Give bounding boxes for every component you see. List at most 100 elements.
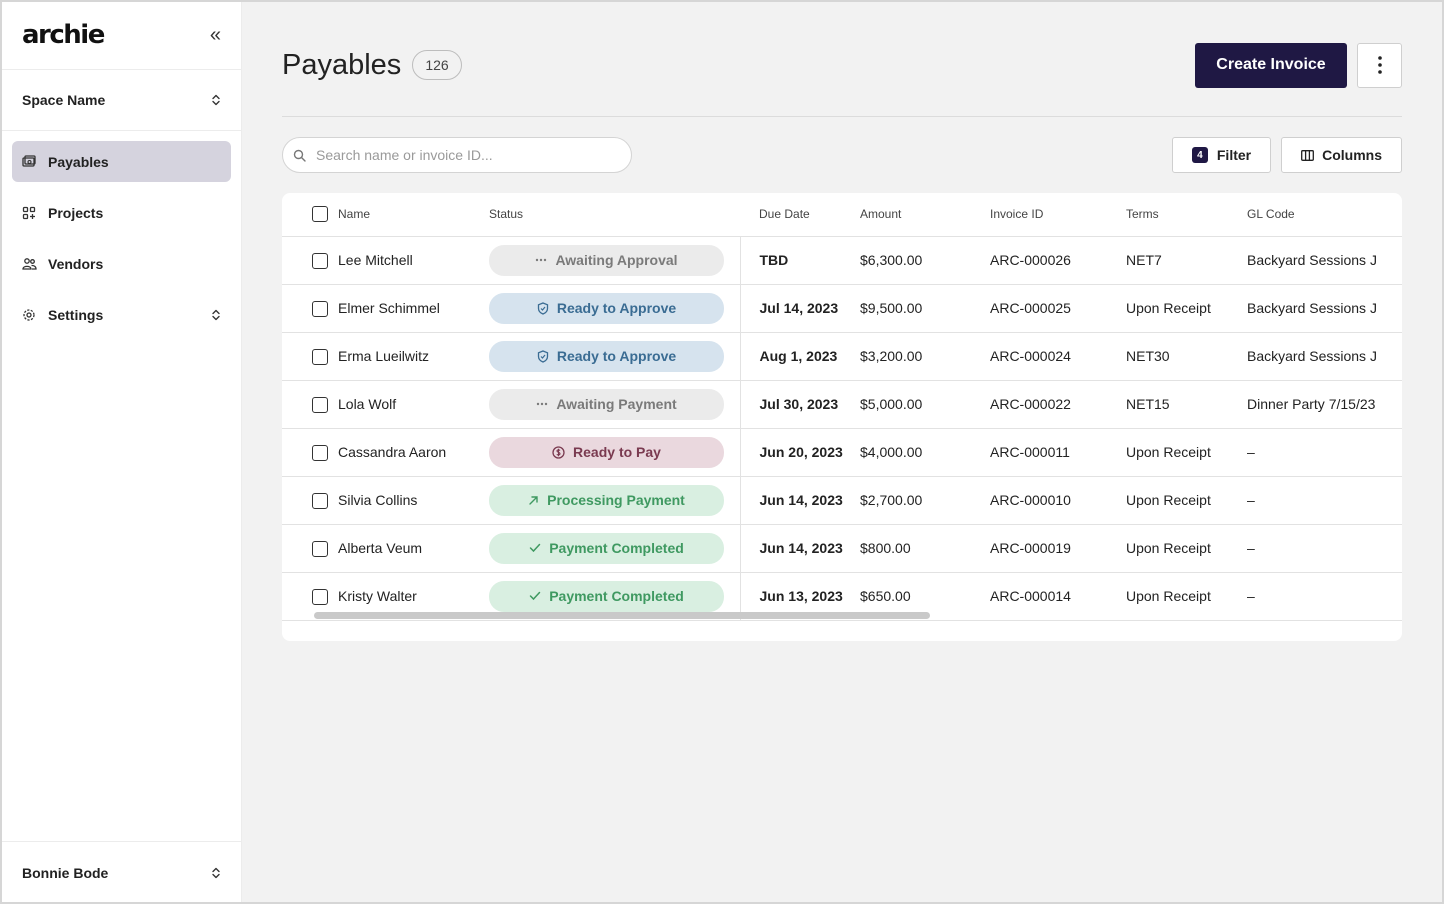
projects-icon (22, 206, 48, 220)
cell-amount: $4,000.00 (860, 428, 990, 477)
row-checkbox[interactable] (312, 444, 328, 461)
main-content: Payables 126 Create Invoice 4 Filter Col… (242, 0, 1444, 904)
sidebar-item-label: Payables (48, 153, 109, 170)
row-select-cell (282, 428, 338, 477)
shield-icon (537, 349, 549, 363)
chevron-up-down-icon (211, 94, 221, 106)
dollar-circle-icon (552, 445, 565, 459)
cell-gl-code: – (1247, 428, 1402, 477)
cell-due-date: Jul 14, 2023 (740, 284, 860, 333)
row-checkbox[interactable] (312, 492, 328, 509)
ellipsis-icon (536, 402, 548, 406)
collapse-sidebar-icon[interactable]: « (210, 25, 221, 45)
table-row[interactable]: Erma Lueilwitz Ready to Approve Aug 1, 202… (282, 332, 1402, 381)
row-checkbox[interactable] (312, 252, 328, 269)
cell-status: Ready to Approve (489, 332, 741, 381)
select-all-cell (282, 193, 338, 237)
status-badge: Payment Completed (489, 580, 724, 612)
column-header-name[interactable]: Name (338, 193, 489, 237)
cell-status: Ready to Pay (489, 428, 741, 477)
cell-status: Processing Payment (489, 476, 741, 525)
space-switcher[interactable]: Space Name (0, 70, 241, 131)
status-badge: Ready to Approve (489, 292, 724, 324)
status-badge: Ready to Pay (489, 436, 724, 468)
ellipsis-icon (535, 258, 547, 262)
table-header-row: Name Status Due Date Amount Invoice ID T… (282, 193, 1402, 237)
space-name: Space Name (22, 92, 106, 108)
user-switcher[interactable]: Bonnie Bode (0, 841, 241, 904)
table-row[interactable]: Lola Wolf Awaiting Payment Jul 30, 2023 $5,… (282, 380, 1402, 429)
sidebar-item-label: Settings (48, 306, 104, 323)
status-badge: Processing Payment (489, 484, 724, 516)
row-select-cell (282, 284, 338, 333)
cell-due-date: Jun 20, 2023 (740, 428, 860, 477)
sidebar-item-payables[interactable]: Payables (12, 141, 231, 182)
logo-row: archie « (0, 0, 241, 70)
cell-terms: NET7 (1126, 236, 1247, 285)
row-checkbox[interactable] (312, 396, 328, 413)
row-checkbox[interactable] (312, 540, 328, 557)
cell-terms: NET15 (1126, 380, 1247, 429)
table-row[interactable]: Lee Mitchell Awaiting Approval TBD $6,300.0… (282, 236, 1402, 285)
table-row[interactable]: Silvia Collins Processing Payment Jun 14, … (282, 476, 1402, 525)
status-label: Ready to Approve (556, 348, 677, 364)
table-bottom-border (282, 620, 1402, 621)
cell-status: Ready to Approve (489, 284, 741, 333)
sidebar-item-projects[interactable]: Projects (12, 192, 231, 233)
cell-gl-code: – (1247, 572, 1402, 621)
horizontal-scrollbar[interactable] (314, 612, 930, 619)
cell-status: Payment Completed (489, 524, 741, 573)
row-checkbox[interactable] (312, 588, 328, 605)
select-all-checkbox[interactable] (312, 206, 328, 223)
cell-terms: Upon Receipt (1126, 524, 1247, 573)
row-checkbox[interactable] (312, 348, 328, 365)
row-checkbox[interactable] (312, 300, 328, 317)
user-name: Bonnie Bode (22, 865, 109, 881)
cell-amount: $6,300.00 (860, 236, 990, 285)
cell-due-date: Jun 14, 2023 (740, 476, 860, 525)
status-label: Ready to Approve (556, 300, 677, 316)
column-header-due-date[interactable]: Due Date (740, 193, 860, 237)
filter-button[interactable]: 4 Filter (1171, 137, 1272, 173)
status-label: Payment Completed (549, 540, 684, 556)
status-badge: Ready to Approve (489, 340, 724, 372)
sidebar-item-vendors[interactable]: Vendors (12, 243, 231, 284)
more-options-button[interactable] (1357, 42, 1402, 88)
create-invoice-button[interactable]: Create Invoice (1195, 42, 1347, 88)
status-label: Awaiting Approval (555, 252, 678, 268)
search-icon (293, 149, 306, 162)
column-header-invoice-id[interactable]: Invoice ID (990, 193, 1126, 237)
cell-gl-code: Dinner Party 7/15/23 (1247, 380, 1402, 429)
table-row[interactable]: Elmer Schimmel Ready to Approve Jul 14, 20… (282, 284, 1402, 333)
cell-invoice-id: ARC-000022 (990, 380, 1126, 429)
row-select-cell (282, 524, 338, 573)
cell-gl-code: Backyard Sessions J (1247, 236, 1402, 285)
cell-gl-code: Backyard Sessions J (1247, 332, 1402, 381)
cell-amount: $2,700.00 (860, 476, 990, 525)
cell-gl-code: – (1247, 524, 1402, 573)
cell-invoice-id: ARC-000014 (990, 572, 1126, 621)
cell-amount: $800.00 (860, 524, 990, 573)
sidebar-item-settings[interactable]: Settings (12, 294, 231, 335)
table-row[interactable]: Cassandra Aaron Ready to Pay Jun 20, 2023 $… (282, 428, 1402, 477)
filter-count-badge: 4 (1191, 147, 1208, 163)
check-icon (529, 543, 541, 553)
column-header-amount[interactable]: Amount (860, 193, 990, 237)
column-header-terms[interactable]: Terms (1126, 193, 1247, 237)
row-select-cell (282, 332, 338, 381)
cell-terms: NET30 (1126, 332, 1247, 381)
cell-amount: $9,500.00 (860, 284, 990, 333)
cell-gl-code: Backyard Sessions J (1247, 284, 1402, 333)
search-input[interactable] (316, 147, 606, 163)
columns-button[interactable]: Columns (1281, 137, 1402, 173)
column-header-gl-code[interactable]: GL Code (1247, 193, 1402, 237)
status-label: Processing Payment (547, 492, 685, 508)
column-header-status[interactable]: Status (489, 193, 740, 237)
row-select-cell (282, 236, 338, 285)
table-row[interactable]: Alberta Veum Payment Completed Jun 14, 202… (282, 524, 1402, 573)
kebab-menu-icon (1377, 56, 1382, 74)
cell-due-date: TBD (740, 236, 860, 285)
vendors-icon (22, 257, 48, 271)
chevron-up-down-icon (211, 309, 221, 321)
row-select-cell (282, 380, 338, 429)
